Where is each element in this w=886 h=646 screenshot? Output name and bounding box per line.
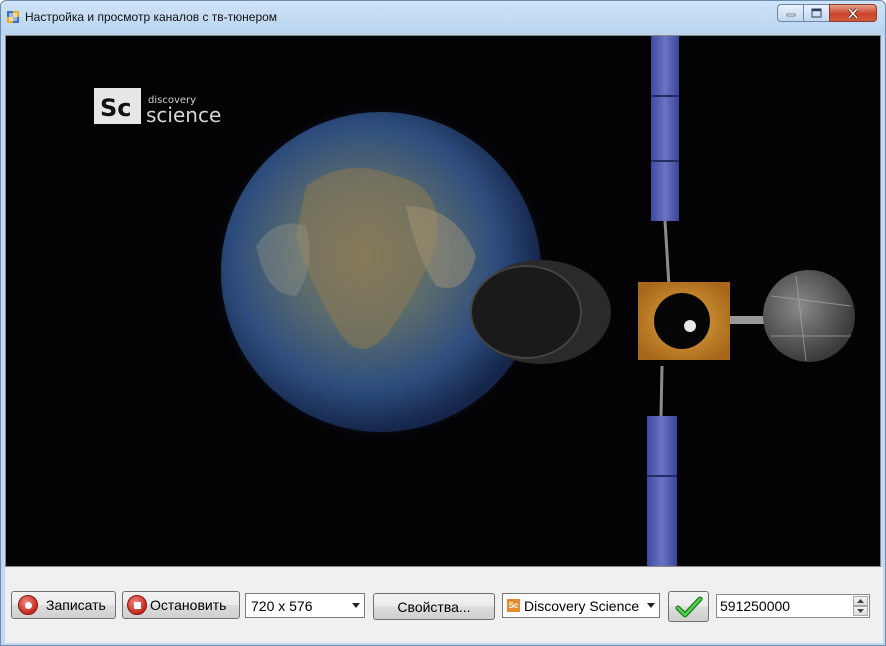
- svg-text:Sc: Sc: [100, 94, 132, 122]
- channel-value: Discovery Science: [524, 597, 640, 614]
- tv-video-frame: Sc discovery science: [6, 36, 880, 566]
- chevron-down-icon: [647, 603, 655, 608]
- frequency-input[interactable]: 591250000: [716, 594, 870, 618]
- apply-channel-button[interactable]: [668, 591, 709, 622]
- maximize-icon: [811, 8, 822, 18]
- checkmark-icon: [675, 596, 702, 617]
- record-button-label: Записать: [46, 597, 106, 613]
- record-button[interactable]: Записать: [11, 591, 116, 619]
- frequency-spin-down[interactable]: [853, 606, 868, 616]
- close-button[interactable]: [829, 4, 877, 22]
- window-title: Настройка и просмотр каналов с тв-тюнеро…: [25, 10, 278, 24]
- properties-button-label: Свойства...: [397, 598, 471, 615]
- close-icon: [847, 7, 859, 19]
- minimize-button[interactable]: [777, 4, 804, 22]
- svg-text:science: science: [146, 103, 221, 127]
- properties-button[interactable]: Свойства...: [373, 593, 495, 620]
- spin-down-icon: [857, 609, 864, 613]
- channel-select[interactable]: Sc Discovery Science: [502, 593, 660, 618]
- stop-icon: [127, 595, 147, 615]
- spin-up-icon: [857, 599, 864, 603]
- control-panel: Записать Остановить 720 x 576 Свойства..…: [5, 567, 883, 643]
- channel-icon: Sc: [507, 599, 520, 612]
- stop-button-label: Остановить: [150, 597, 227, 613]
- stop-button[interactable]: Остановить: [122, 591, 240, 619]
- resolution-select[interactable]: 720 x 576: [245, 593, 365, 618]
- record-icon: [18, 595, 38, 615]
- video-preview[interactable]: Sc discovery science: [5, 35, 881, 567]
- maximize-button[interactable]: [803, 4, 830, 22]
- frequency-value: 591250000: [720, 598, 791, 614]
- chevron-down-icon: [352, 603, 360, 608]
- minimize-icon: [786, 13, 795, 17]
- resolution-value: 720 x 576: [251, 597, 313, 614]
- main-window: Настройка и просмотр каналов с тв-тюнеро…: [0, 0, 886, 646]
- app-window-icon: [7, 11, 19, 23]
- frequency-spin-up[interactable]: [853, 596, 868, 606]
- title-bar[interactable]: Настройка и просмотр каналов с тв-тюнеро…: [1, 1, 885, 33]
